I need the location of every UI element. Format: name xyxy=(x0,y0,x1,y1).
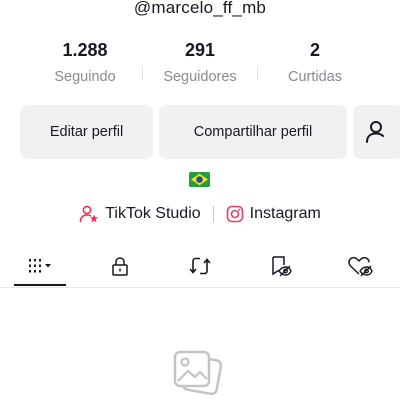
creator-icon xyxy=(79,205,99,223)
add-friends-button[interactable] xyxy=(353,105,400,159)
tiktok-studio-label: TikTok Studio xyxy=(105,205,201,222)
tab-selected-indicator xyxy=(14,284,66,286)
tab-private[interactable] xyxy=(80,246,160,286)
share-profile-button[interactable]: Compartilhar perfil xyxy=(159,105,347,159)
stat-following[interactable]: 1.288 Seguindo xyxy=(28,40,142,90)
liked-icon xyxy=(348,256,373,277)
brazil-flag-icon xyxy=(189,172,210,187)
grid-icon xyxy=(29,259,51,273)
stat-followers-value: 291 xyxy=(184,40,216,60)
links-divider xyxy=(212,206,214,222)
favorites-icon xyxy=(272,256,292,277)
tabs-divider xyxy=(0,287,400,288)
profile-links: TikTok Studio Instagram xyxy=(0,200,400,228)
empty-gallery-icon xyxy=(172,350,228,400)
profile-username: @marcelo_ff_mb xyxy=(133,0,267,17)
stat-following-label: Seguindo xyxy=(54,69,116,85)
tab-reposts[interactable] xyxy=(160,246,240,286)
instagram-label: Instagram xyxy=(249,205,321,222)
stat-followers[interactable]: 291 Seguidores xyxy=(143,40,257,90)
instagram-icon xyxy=(226,205,243,223)
profile-stats: 1.288 Seguindo 291 Seguidores 2 Curtidas xyxy=(28,40,372,90)
add-friend-icon xyxy=(366,121,384,143)
repost-icon xyxy=(189,257,211,275)
tab-liked[interactable] xyxy=(320,246,400,286)
stat-likes-value: 2 xyxy=(309,40,320,60)
content-tabs xyxy=(0,246,400,286)
tiktok-studio-link[interactable]: TikTok Studio xyxy=(79,204,201,224)
instagram-link[interactable]: Instagram xyxy=(226,205,321,223)
tab-favorites[interactable] xyxy=(240,246,320,286)
tab-videos[interactable] xyxy=(0,246,80,286)
stat-likes-label: Curtidas xyxy=(288,69,342,85)
stat-followers-label: Seguidores xyxy=(163,69,237,85)
edit-profile-button[interactable]: Editar perfil xyxy=(20,105,153,159)
lock-icon xyxy=(112,257,128,276)
profile-actions: Editar perfil Compartilhar perfil xyxy=(20,105,400,161)
stat-following-value: 1.288 xyxy=(62,40,108,60)
stat-likes[interactable]: 2 Curtidas xyxy=(258,40,372,90)
